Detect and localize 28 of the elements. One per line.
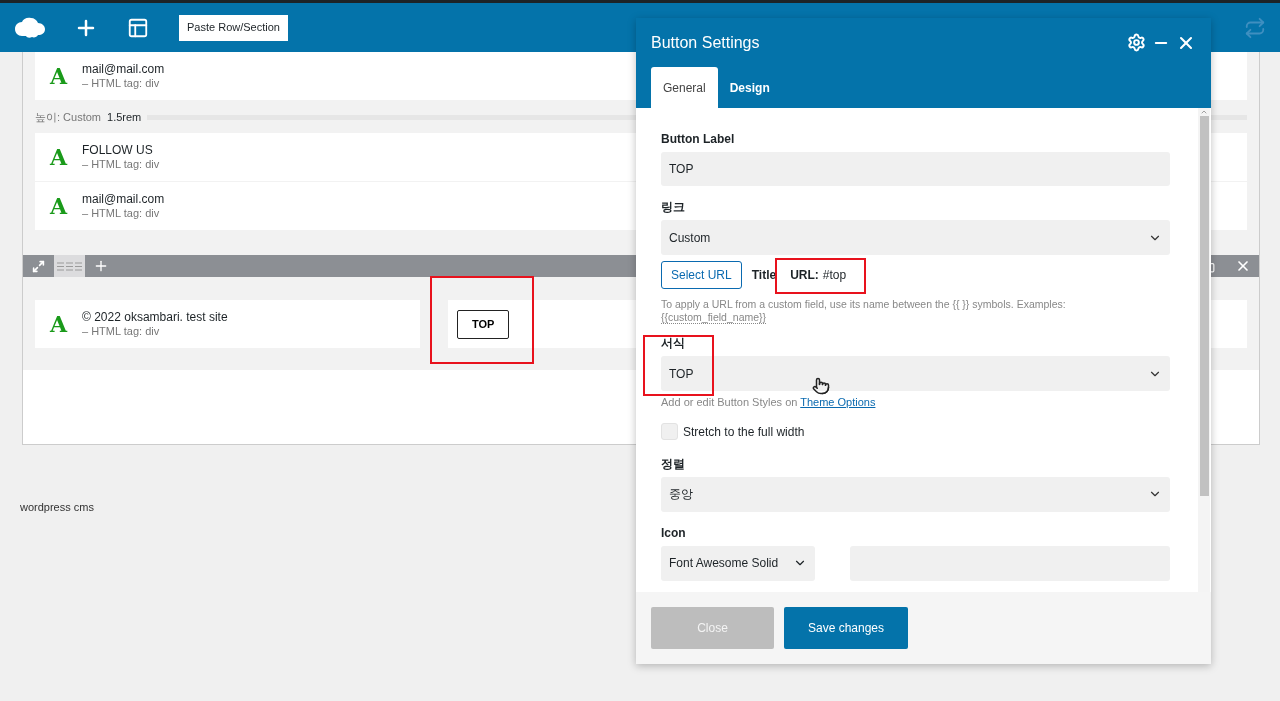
module-title: mail@mail.com bbox=[82, 62, 165, 76]
field-label: 서식 bbox=[661, 336, 685, 350]
spacer-value: 1.5rem bbox=[107, 109, 142, 125]
url-label: URL: bbox=[790, 267, 819, 284]
help-text: To apply a URL from a custom field, use its name between the {{ }} symbols. Examples: bbox=[661, 298, 1066, 310]
module-title: mail@mail.com bbox=[82, 192, 165, 206]
title-label: Title bbox=[751, 267, 777, 284]
checkbox-label: Stretch to the full width bbox=[683, 423, 805, 441]
url-value: #top bbox=[822, 267, 847, 284]
dialog-title: Button Settings bbox=[651, 32, 760, 53]
footer-text: wordpress cms bbox=[20, 500, 95, 515]
field-label: 링크 bbox=[661, 200, 685, 214]
hint-text: Add or edit Button Styles on Theme Options bbox=[661, 395, 877, 410]
field-label: Button Label bbox=[661, 132, 735, 146]
text-module-icon: A bbox=[50, 65, 68, 87]
module-subtitle: – HTML tag: div bbox=[82, 324, 161, 338]
module-subtitle: – HTML tag: div bbox=[82, 157, 160, 171]
field-label: 정렬 bbox=[661, 456, 685, 471]
text-module-icon: A bbox=[50, 313, 68, 335]
help-example: {{custom_field_name}} bbox=[661, 311, 767, 324]
text-module-icon: A bbox=[50, 146, 68, 168]
module-subtitle: – HTML tag: div bbox=[82, 76, 161, 90]
module-title: FOLLOW US bbox=[82, 143, 154, 157]
field-label: Icon bbox=[661, 525, 686, 540]
text-module-icon: A bbox=[50, 195, 68, 217]
spacer-label: 높이: Custom bbox=[35, 109, 101, 125]
module-subtitle: – HTML tag: div bbox=[82, 206, 161, 220]
module-title: © 2022 oksambari. test site bbox=[82, 310, 228, 324]
